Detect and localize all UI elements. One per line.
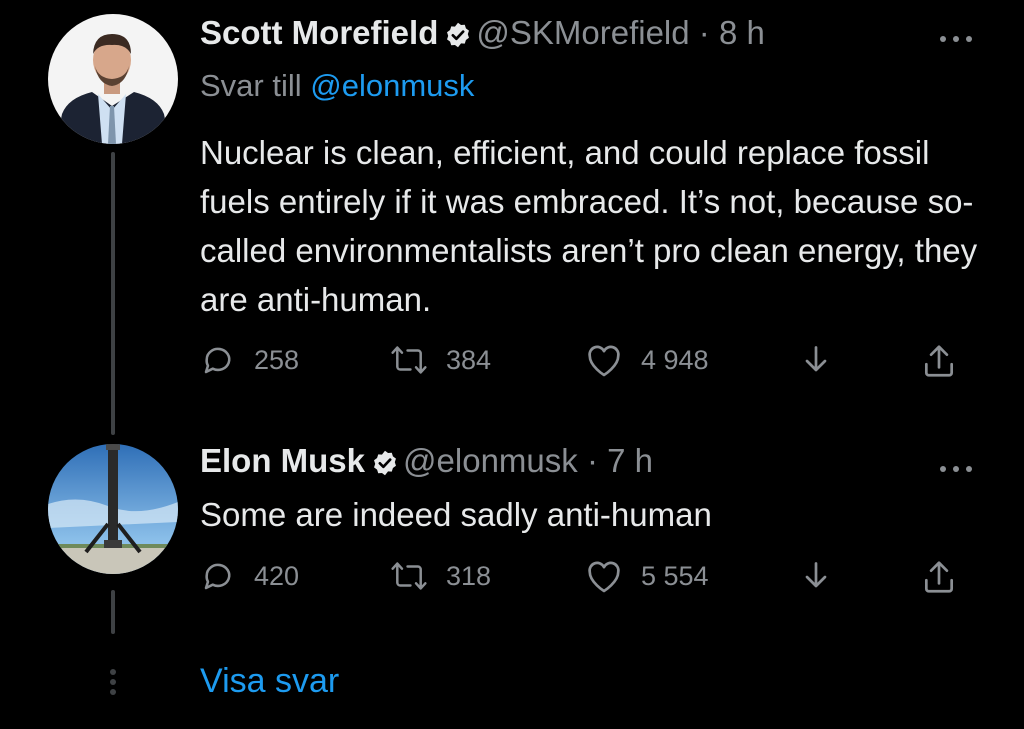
tweet-text: Nuclear is clean, efficient, and could r… <box>200 134 978 318</box>
retweet-icon <box>391 562 427 590</box>
verified-badge-icon <box>444 19 472 57</box>
author-name[interactable]: Elon Musk <box>200 442 365 479</box>
reply-icon <box>204 563 231 590</box>
retweet-icon <box>391 346 427 374</box>
reply-mention-link[interactable]: @elonmusk <box>310 68 474 103</box>
retweet-count: 318 <box>446 560 492 591</box>
share-button[interactable] <box>920 558 958 596</box>
more-horizontal-icon <box>940 466 972 472</box>
author-handle[interactable]: @SKMorefield <box>476 14 689 51</box>
download-button[interactable] <box>798 558 834 596</box>
retweet-button[interactable]: 384 <box>390 342 491 378</box>
download-icon <box>805 562 827 588</box>
tweet-actions: 258 384 4 948 <box>200 342 970 382</box>
like-icon <box>588 345 620 377</box>
like-count: 4 948 <box>641 344 709 375</box>
like-icon <box>588 561 620 593</box>
show-replies-link[interactable]: Visa svar <box>200 662 339 701</box>
verified-badge-icon <box>371 447 399 485</box>
share-icon <box>924 561 954 593</box>
reply-label: Svar till <box>200 68 302 103</box>
avatar-scott-morefield[interactable] <box>48 14 178 144</box>
more-options-button[interactable] <box>938 450 974 481</box>
tweet-text: Some are indeed sadly anti-human <box>200 496 712 533</box>
share-button[interactable] <box>920 342 958 380</box>
tweet-header: Elon Musk @elonmusk · 7 h <box>200 442 653 485</box>
reply-icon <box>204 347 231 374</box>
thread-line <box>111 152 115 435</box>
reply-button[interactable]: 420 <box>200 558 299 594</box>
like-button[interactable]: 5 554 <box>585 558 709 594</box>
retweet-button[interactable]: 318 <box>390 558 491 594</box>
more-options-button[interactable] <box>938 20 974 51</box>
avatar-elon-musk[interactable] <box>48 444 178 574</box>
thread-line-continuation <box>111 590 115 634</box>
like-button[interactable]: 4 948 <box>585 342 709 378</box>
tweet-time[interactable]: · 8 h <box>699 14 765 51</box>
share-icon <box>924 345 954 377</box>
vertical-dots-icon <box>108 668 118 703</box>
reply-button[interactable]: 258 <box>200 342 299 378</box>
reply-context: Svar till @elonmusk <box>200 68 474 104</box>
author-name[interactable]: Scott Morefield <box>200 14 438 51</box>
reply-count: 258 <box>254 344 300 375</box>
download-button[interactable] <box>798 342 834 380</box>
like-count: 5 554 <box>641 560 709 591</box>
retweet-count: 384 <box>446 344 492 375</box>
tweet-actions: 420 318 5 554 <box>200 558 970 598</box>
more-horizontal-icon <box>940 36 972 42</box>
tweet-header: Scott Morefield @SKMorefield · 8 h <box>200 14 765 57</box>
tweet-time[interactable]: · 7 h <box>587 442 653 479</box>
author-handle[interactable]: @elonmusk <box>403 442 578 479</box>
reply-count: 420 <box>254 560 300 591</box>
download-icon <box>805 346 827 372</box>
